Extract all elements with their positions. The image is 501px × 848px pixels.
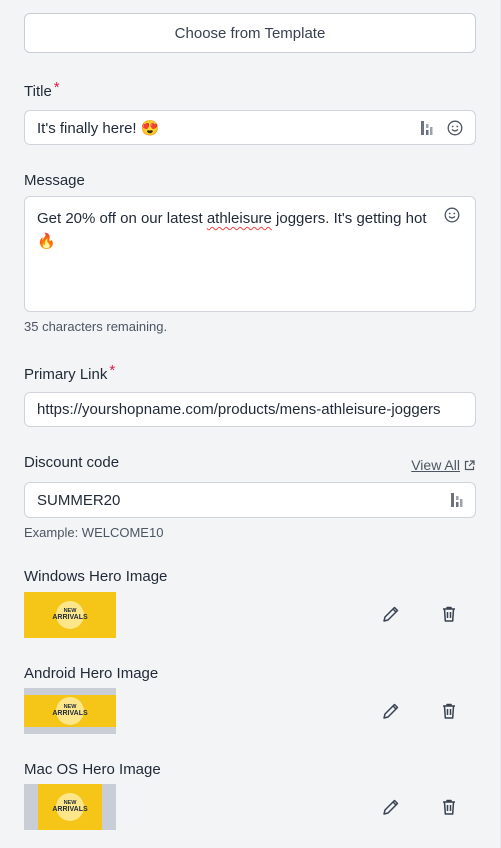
new-arrivals-badge: NEW ARRIVALS: [52, 697, 88, 725]
required-mark: *: [109, 362, 116, 379]
message-textarea[interactable]: Get 20% off on our latest athleisure jog…: [24, 196, 476, 312]
external-link-icon: [464, 459, 475, 471]
new-arrivals-badge: NEW ARRIVALS: [52, 793, 88, 821]
badge-line-2: ARRIVALS: [52, 614, 88, 621]
windows-hero-thumbnail[interactable]: NEW ARRIVALS: [24, 592, 116, 638]
badge-line-2: ARRIVALS: [52, 806, 88, 813]
view-all-text: View All: [411, 457, 460, 473]
smiley-icon[interactable]: [447, 120, 463, 136]
trash-icon[interactable]: [439, 604, 459, 624]
trash-icon[interactable]: [439, 701, 459, 721]
android-hero-thumbnail[interactable]: NEW ARRIVALS: [24, 688, 116, 734]
discount-example: Example: WELCOME10: [24, 525, 164, 540]
title-input-value: It's finally here! 😍: [37, 119, 160, 137]
trash-icon[interactable]: [439, 797, 459, 817]
title-label: Title *: [24, 79, 60, 100]
pencil-icon[interactable]: [381, 701, 401, 721]
new-arrivals-badge: NEW ARRIVALS: [52, 601, 88, 629]
android-hero-label: Android Hero Image: [24, 665, 159, 682]
pencil-icon[interactable]: [381, 797, 401, 817]
required-mark: *: [53, 79, 60, 96]
personalize-icon[interactable]: [451, 493, 463, 507]
personalize-icon[interactable]: [421, 120, 433, 135]
message-label: Message: [24, 172, 85, 189]
view-all-link[interactable]: View All: [411, 457, 475, 473]
title-label-text: Title: [24, 83, 52, 100]
discount-code-input[interactable]: SUMMER20: [24, 482, 476, 518]
primary-link-input[interactable]: https://yourshopname.com/products/mens-a…: [24, 392, 476, 427]
discount-code-value: SUMMER20: [37, 491, 121, 509]
badge-line-2: ARRIVALS: [52, 710, 88, 717]
smiley-icon[interactable]: [444, 207, 460, 223]
discount-code-label: Discount code: [24, 454, 120, 471]
choose-template-button[interactable]: Choose from Template: [24, 13, 476, 53]
primary-link-label: Primary Link *: [24, 362, 115, 383]
characters-remaining: 35 characters remaining.: [24, 319, 168, 334]
primary-link-value: https://yourshopname.com/products/mens-a…: [37, 401, 441, 418]
macos-hero-thumbnail[interactable]: NEW ARRIVALS: [24, 784, 116, 830]
misspelled-word: athleisure: [206, 210, 272, 227]
pencil-icon[interactable]: [381, 604, 401, 624]
message-text: Get 20% off on our latest: [37, 210, 207, 227]
macos-hero-label: Mac OS Hero Image: [24, 761, 161, 778]
title-input[interactable]: It's finally here! 😍: [24, 110, 476, 145]
primary-link-label-text: Primary Link: [24, 366, 108, 383]
windows-hero-label: Windows Hero Image: [24, 568, 168, 585]
